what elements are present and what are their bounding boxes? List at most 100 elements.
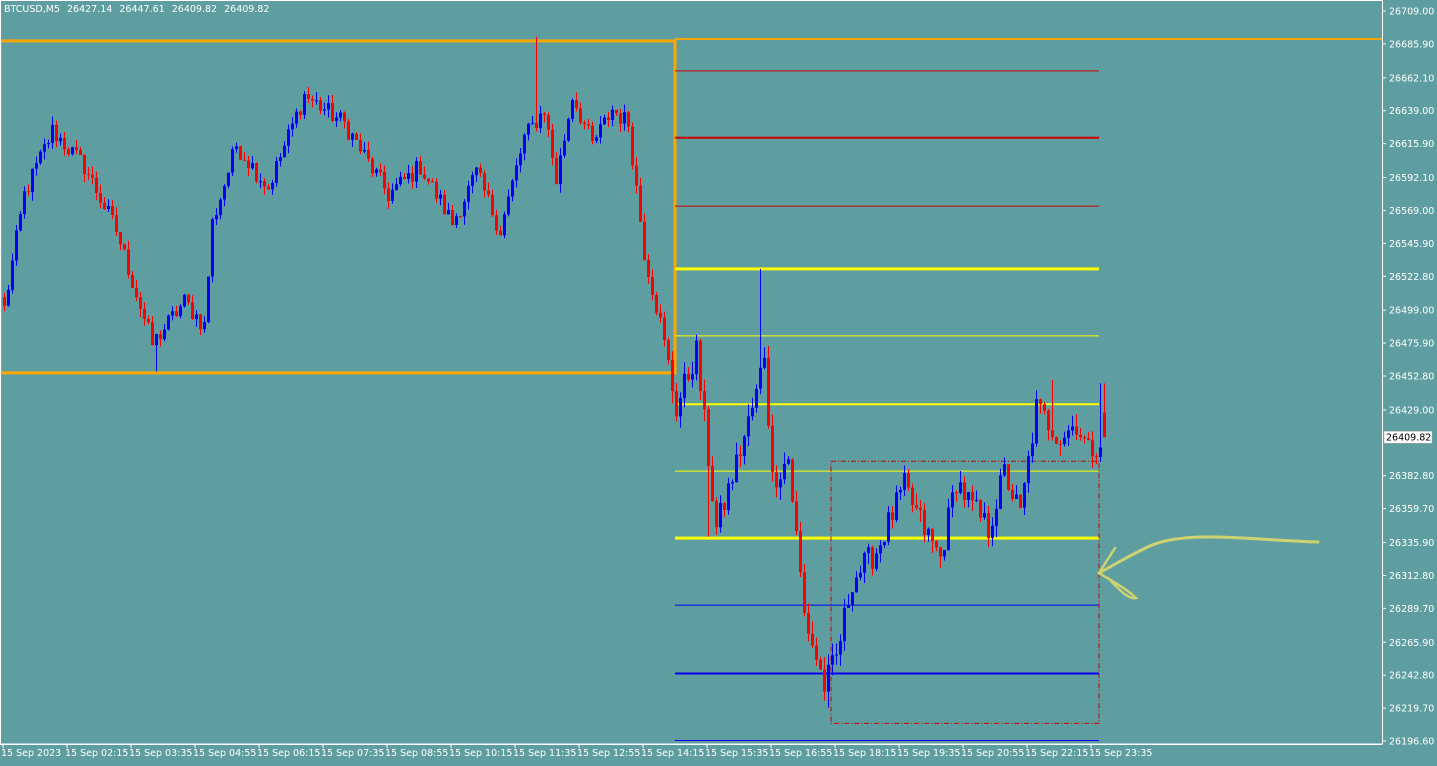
- y-tick-label: 26452.80: [1389, 371, 1434, 382]
- candle: [315, 92, 318, 105]
- candle: [543, 111, 546, 123]
- candle: [959, 470, 962, 495]
- candle: [383, 165, 386, 195]
- candle: [507, 189, 510, 217]
- candle-body: [975, 499, 978, 501]
- candle: [243, 152, 246, 162]
- candle: [75, 139, 78, 155]
- candle: [459, 215, 462, 218]
- candle: [95, 171, 98, 201]
- candle-body: [275, 161, 278, 183]
- candle-body: [527, 123, 530, 135]
- candle-body: [947, 507, 950, 551]
- candle-body: [387, 188, 390, 201]
- candle-body: [595, 137, 598, 141]
- candle: [979, 499, 982, 522]
- candle-body: [271, 182, 274, 190]
- candle: [463, 199, 466, 225]
- y-tick-label: 26709.00: [1389, 6, 1434, 17]
- candle-body: [539, 113, 542, 129]
- candle-body: [535, 122, 538, 129]
- price-chart[interactable]: 26709.00 26685.90 26662.10 26639.00 26615.90…: [0, 0, 1437, 766]
- candle: [155, 333, 158, 372]
- candle: [499, 226, 502, 236]
- candle: [827, 654, 830, 708]
- candle-body: [1099, 447, 1102, 457]
- candle: [1031, 432, 1034, 463]
- candle-body: [483, 172, 486, 191]
- candle-body: [1035, 399, 1038, 444]
- candle-body: [771, 425, 774, 473]
- candle: [643, 213, 646, 261]
- candle: [79, 147, 82, 155]
- candle: [903, 465, 906, 497]
- candle-body: [967, 492, 970, 500]
- candle: [263, 178, 266, 195]
- candle-body: [927, 528, 930, 535]
- candle-body: [439, 194, 442, 199]
- candle-body: [983, 513, 986, 518]
- candle: [495, 209, 498, 235]
- candle: [947, 498, 950, 551]
- candle-body: [319, 100, 322, 111]
- y-tick-label: 26219.70: [1389, 704, 1434, 715]
- candle-body: [1031, 443, 1034, 457]
- candle: [1071, 415, 1074, 436]
- candle: [151, 316, 154, 346]
- candle: [343, 111, 346, 129]
- candle-body: [431, 181, 434, 183]
- candle: [975, 490, 978, 503]
- candle: [907, 469, 910, 491]
- candle-body: [963, 482, 966, 500]
- y-tick-label: 26592.10: [1389, 173, 1434, 184]
- candle: [91, 166, 94, 185]
- candle-body: [247, 160, 250, 169]
- candle: [991, 517, 994, 547]
- candle: [215, 208, 218, 225]
- candle: [787, 456, 790, 465]
- candle-body: [567, 118, 570, 141]
- candle-body: [399, 176, 402, 185]
- candle-body: [1067, 430, 1070, 438]
- candle-body: [887, 512, 890, 542]
- candle-body: [579, 108, 582, 123]
- candle-body: [995, 508, 998, 526]
- candle-body: [131, 274, 134, 288]
- candle-body: [1023, 483, 1026, 508]
- x-tick-label: 15 Sep 02:15: [65, 748, 128, 759]
- candle: [331, 94, 334, 123]
- candle: [531, 116, 534, 125]
- x-tick-label: 15 Sep 22:15: [1025, 748, 1088, 759]
- candle-body: [287, 129, 290, 146]
- candle-body: [1103, 412, 1106, 438]
- candle: [699, 338, 702, 400]
- candle-body: [839, 640, 842, 655]
- candle-body: [907, 473, 910, 488]
- candle-body: [835, 654, 838, 656]
- candle-body: [475, 167, 478, 176]
- candle-body: [795, 501, 798, 532]
- candle-body: [991, 525, 994, 538]
- candle-body: [871, 547, 874, 569]
- candle-body: [563, 140, 566, 156]
- candle: [183, 293, 186, 308]
- candle-body: [455, 216, 458, 226]
- candle: [3, 292, 6, 312]
- candle-body: [303, 93, 306, 115]
- candle-body: [791, 459, 794, 502]
- candle-body: [359, 139, 362, 152]
- candle: [1039, 398, 1042, 414]
- candle: [727, 477, 730, 515]
- candle: [1019, 494, 1022, 509]
- candle-body: [1079, 434, 1082, 438]
- candle: [719, 495, 722, 533]
- x-tick-label: 15 Sep 16:55: [769, 748, 832, 759]
- candle: [455, 213, 458, 228]
- candle: [471, 171, 474, 194]
- chart-window[interactable]: BTCUSD,M5 26427.14 26447.61 26409.82 264…: [0, 0, 1437, 766]
- candle: [843, 599, 846, 651]
- candle-body: [683, 373, 686, 398]
- arrow-annotation[interactable]: [1097, 535, 1320, 600]
- candle: [43, 138, 46, 160]
- candle: [587, 119, 590, 130]
